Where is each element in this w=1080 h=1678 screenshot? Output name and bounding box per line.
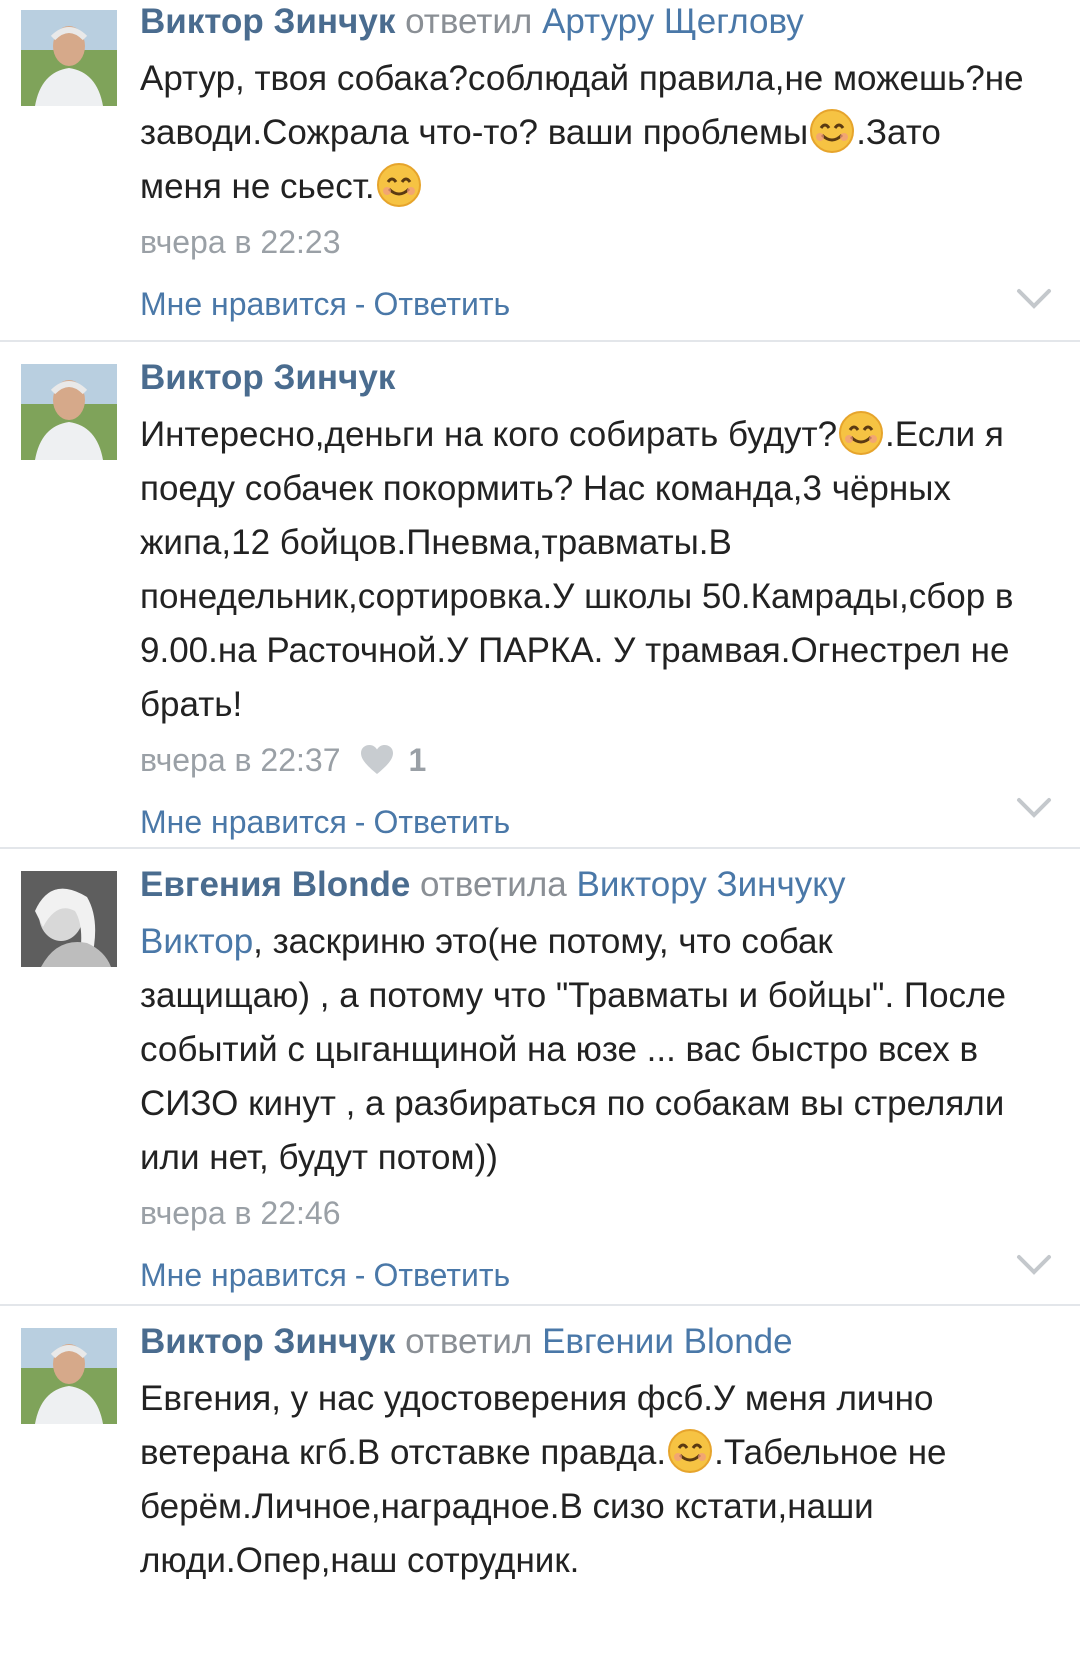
action-separator: -	[354, 286, 366, 322]
chevron-down-icon[interactable]	[1016, 288, 1052, 310]
action-separator: -	[354, 1257, 366, 1293]
reply-link[interactable]: Ответить	[373, 800, 510, 844]
reply-verb: ответил	[405, 1322, 533, 1361]
comment-author[interactable]: Виктор Зинчук	[140, 2, 395, 41]
like-link[interactable]: Мне нравится	[140, 282, 347, 326]
reply-target[interactable]: Артуру Щеглову	[542, 2, 804, 41]
smile-emoji-icon	[376, 162, 422, 208]
like-count: 1	[408, 742, 427, 778]
comment-text: Интересно,деньги на кого собирать будут?…	[140, 408, 1060, 732]
reply-target[interactable]: Виктору Зинчуку	[576, 865, 845, 904]
avatar[interactable]	[21, 10, 117, 106]
comment-text: Евгения, у нас удостоверения фсб.У меня …	[140, 1379, 947, 1580]
smile-emoji-icon	[667, 1428, 713, 1474]
comment: Виктор Зинчук ответил Евгении Blonde Евг…	[0, 1306, 1080, 1678]
reply-target[interactable]: Евгении Blonde	[542, 1322, 793, 1361]
comment: Виктор Зинчук ответил Артуру Щеглову Арт…	[0, 0, 1080, 342]
likes[interactable]: 1	[360, 738, 426, 782]
reply-verb: ответила	[420, 865, 567, 904]
comment-text: Артур, твоя собака?соблюдай правила,не м…	[140, 59, 1024, 208]
heart-icon	[361, 745, 394, 774]
comment: Евгения Blonde ответила Виктору Зинчуку …	[0, 849, 1080, 1306]
comment: Виктор Зинчук Интересно,деньги на кого с…	[0, 342, 1080, 849]
comment-author[interactable]: Виктор Зинчук	[140, 1322, 395, 1361]
reply-link[interactable]: Ответить	[373, 282, 510, 326]
comments-feed: Виктор Зинчук ответил Артуру Щеглову Арт…	[0, 0, 1080, 1678]
avatar[interactable]	[21, 1328, 117, 1424]
comment-time[interactable]: вчера в 22:23	[140, 220, 340, 264]
mention-link[interactable]: Виктор	[140, 922, 253, 961]
like-link[interactable]: Мне нравится	[140, 1253, 347, 1297]
comment-time[interactable]: вчера в 22:37	[140, 738, 340, 782]
reply-link[interactable]: Ответить	[373, 1253, 510, 1297]
action-separator: -	[354, 804, 366, 840]
chevron-down-icon[interactable]	[1016, 1254, 1052, 1276]
smile-emoji-icon	[809, 108, 855, 154]
comment-time[interactable]: вчера в 22:46	[140, 1191, 340, 1235]
avatar[interactable]	[21, 871, 117, 967]
comment-author[interactable]: Виктор Зинчук	[140, 358, 395, 397]
comment-text: Виктор, заскриню это(не потому, что соба…	[140, 922, 1006, 1177]
avatar[interactable]	[21, 364, 117, 460]
reply-verb: ответил	[405, 2, 533, 41]
chevron-down-icon[interactable]	[1016, 797, 1052, 819]
comment-author[interactable]: Евгения Blonde	[140, 865, 410, 904]
smile-emoji-icon	[838, 410, 884, 456]
like-link[interactable]: Мне нравится	[140, 800, 347, 844]
